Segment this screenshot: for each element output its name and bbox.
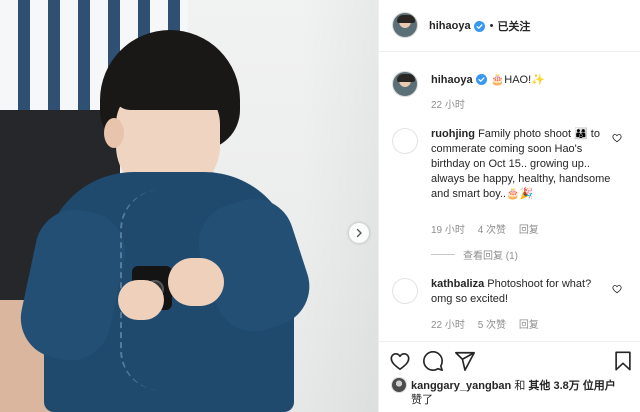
view-replies-text: 查看回复 (1) xyxy=(463,251,518,262)
follow-status-button[interactable]: 已关注 xyxy=(497,18,530,34)
post-action-bar xyxy=(379,341,640,377)
caption-text: 🎂HAO!✨ xyxy=(490,74,545,86)
liker-avatar[interactable] xyxy=(391,377,407,393)
comment-reply-button[interactable]: 回复 xyxy=(519,320,539,331)
liker-username[interactable]: kanggary_yangban xyxy=(411,380,511,392)
caption-author-avatar[interactable] xyxy=(392,71,418,97)
likes-summary: kanggary_yangban 和 其他 3.8万 位用户 赞了 xyxy=(391,377,636,407)
commenter-avatar[interactable] xyxy=(392,128,418,154)
view-replies-link[interactable]: 查看回复 (1) xyxy=(431,247,518,262)
caption-row: hihaoya 🎂HAO!✨ xyxy=(431,73,545,87)
comment-username[interactable]: ruohjing xyxy=(431,128,475,140)
comment-like-heart-icon[interactable] xyxy=(612,284,622,294)
next-arrow-icon xyxy=(356,228,362,238)
author-username[interactable]: hihaoya xyxy=(429,20,471,32)
comment-icon[interactable] xyxy=(422,350,444,372)
verified-badge-icon xyxy=(475,74,487,85)
comment-likes-count[interactable]: 5 次赞 xyxy=(478,320,506,331)
share-icon[interactable] xyxy=(454,350,476,372)
likes-others-count[interactable]: 其他 3.8万 位用户 xyxy=(528,380,615,392)
comment-meta: 19 小时 4 次赞 回复 xyxy=(431,221,549,236)
heart-icon[interactable] xyxy=(389,350,411,372)
comment-item: ruohjing Family photo shoot 👨‍👩‍👦 to com… xyxy=(431,127,611,202)
child-ear xyxy=(104,118,124,148)
commenter-avatar[interactable] xyxy=(392,278,418,304)
comment-like-heart-icon[interactable] xyxy=(612,133,622,143)
post-photo xyxy=(0,0,378,412)
author-info: hihaoya • 已关注 xyxy=(429,18,530,34)
child-right-hand xyxy=(168,258,224,306)
comment-meta: 22 小时 5 次赞 回复 xyxy=(431,316,549,331)
comment-reply-button[interactable]: 回复 xyxy=(519,225,539,236)
comment-username[interactable]: kathbaliza xyxy=(431,278,484,290)
post-side-panel: hihaoya • 已关注 hihaoya 🎂HAO!✨ 22 小时 ruohj… xyxy=(378,0,640,412)
child-left-hand xyxy=(118,280,164,320)
replies-divider-line xyxy=(431,254,455,255)
verified-badge-icon xyxy=(473,20,485,32)
author-avatar[interactable] xyxy=(392,12,418,38)
likes-suffix: 赞了 xyxy=(411,394,433,406)
separator-dot: • xyxy=(489,20,494,32)
next-photo-button[interactable] xyxy=(349,223,369,243)
caption-time: 22 小时 xyxy=(431,100,465,111)
child-fringe xyxy=(112,60,230,110)
bookmark-icon[interactable] xyxy=(612,350,634,372)
post-header: hihaoya • 已关注 xyxy=(379,0,640,52)
caption-username[interactable]: hihaoya xyxy=(431,74,473,86)
wall-shadow xyxy=(300,0,378,412)
comment-time: 19 小时 xyxy=(431,225,465,236)
comment-item: kathbaliza Photoshoot for what? omg so e… xyxy=(431,277,611,307)
comment-time: 22 小时 xyxy=(431,320,465,331)
likes-conjunction: 和 xyxy=(511,380,529,392)
comment-likes-count[interactable]: 4 次赞 xyxy=(478,225,506,236)
